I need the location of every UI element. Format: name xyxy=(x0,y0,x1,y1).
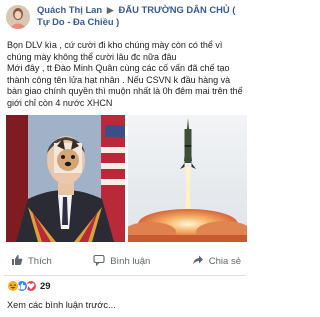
share-button[interactable]: Chia sẻ xyxy=(187,254,246,269)
shared-to-arrow-icon: ▶ xyxy=(106,4,114,15)
reaction-summary[interactable]: 29 xyxy=(7,279,51,293)
post-header: Quách Thị Lan ▶ ĐẤU TRƯỜNG DÂN CHỦ ( Tự … xyxy=(6,4,246,36)
post-actions-bar: Thích Bình luận Chia sẻ xyxy=(6,251,246,271)
haha-reaction-icon xyxy=(7,280,19,292)
view-previous-comments-link[interactable]: Xem các bình luận trước... xyxy=(7,300,116,310)
actions-divider xyxy=(4,275,246,276)
comment-label: Bình luận xyxy=(110,255,151,267)
post-body: Bọn DLV kìa , cứ cười đi kho chúng mày c… xyxy=(7,40,247,110)
share-arrow-icon xyxy=(192,254,204,269)
post-text-line-2: Mới đây , tt Đào Minh Quân cùng các cố v… xyxy=(7,63,243,108)
post-photo-missile[interactable] xyxy=(128,115,247,242)
author-name[interactable]: Quách Thị Lan xyxy=(37,4,102,15)
post-header-text: Quách Thị Lan ▶ ĐẤU TRƯỜNG DÂN CHỦ ( Tự … xyxy=(37,4,246,28)
comment-button[interactable]: Bình luận xyxy=(88,254,155,269)
comment-bubble-icon xyxy=(93,254,105,269)
share-label: Chia sẻ xyxy=(208,255,241,267)
reaction-count: 29 xyxy=(40,280,51,292)
post-photo-portrait[interactable] xyxy=(6,115,125,242)
thumbs-up-icon xyxy=(11,254,23,269)
post-images xyxy=(6,115,247,242)
like-label: Thích xyxy=(28,255,52,267)
like-button[interactable]: Thích xyxy=(6,254,57,269)
author-avatar[interactable] xyxy=(6,5,30,29)
post-text-line-1: Bọn DLV kìa , cứ cười đi kho chúng mày c… xyxy=(7,40,223,62)
